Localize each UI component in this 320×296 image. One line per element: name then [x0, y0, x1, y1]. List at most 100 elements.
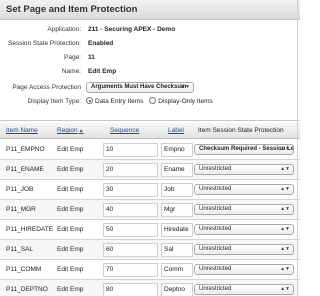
- label-value: Comm: [164, 266, 184, 273]
- display-item-type-radios: Data Entry Items Display-Only Items: [86, 97, 217, 105]
- region-cell: Edit Emp: [57, 166, 84, 173]
- page: Set Page and Item Protection Application…: [0, 0, 300, 296]
- protection-value: Unrestricted: [199, 226, 232, 232]
- radio-data-entry-label: Data Entry Items: [95, 98, 144, 105]
- sequence-value: 60: [106, 246, 114, 253]
- protection-value: Unrestricted: [199, 246, 232, 252]
- application-value: 211 - Securing APEX - Demo: [88, 26, 176, 33]
- region-header: Set Page and Item Protection: [0, 0, 300, 20]
- display-item-type-label: Display Item Type:: [27, 98, 81, 105]
- protection-value: Unrestricted: [199, 266, 232, 272]
- name-value: Edit Emp: [88, 68, 117, 75]
- item-name-cell: P11_COMM: [6, 266, 42, 273]
- table-row: P11_SAL Edit Emp 60 Sal Unrestricted ▲▼: [0, 240, 300, 260]
- sequence-value: 70: [106, 266, 114, 273]
- chevron-updown-icon: ▲▼: [280, 226, 290, 232]
- table-row: P11_MGR Edit Emp 40 Mgr Unrestricted ▲▼: [0, 200, 300, 220]
- region-cell: Edit Emp: [57, 226, 84, 233]
- item-name-cell: P11_DEPTNO: [6, 286, 48, 293]
- session-state-row: Session State Protection: Enabled: [0, 40, 300, 52]
- item-name-cell: P11_MGR: [6, 206, 36, 213]
- sequence-value: 50: [106, 226, 114, 233]
- protection-select[interactable]: Unrestricted ▲▼: [194, 244, 294, 255]
- chevron-updown-icon: ▲▼: [180, 84, 190, 90]
- region-cell: Edit Emp: [57, 286, 84, 293]
- page-row: Page: 11: [0, 54, 300, 66]
- col-region-label: Region: [57, 127, 78, 134]
- protection-value: Unrestricted: [199, 206, 232, 212]
- table-row: P11_COMM Edit Emp 70 Comm Unrestricted ▲▼: [0, 260, 300, 280]
- table-header: Item Name Region▲ Sequence Label Item Se…: [0, 123, 300, 139]
- table-row: P11_DEPTNO Edit Emp 80 Deptno Unrestricted ▲▼: [0, 280, 300, 296]
- chevron-updown-icon: ▲▼: [280, 146, 290, 152]
- chevron-updown-icon: ▲▼: [280, 186, 290, 192]
- name-label: Name:: [61, 68, 81, 75]
- table-row: P11_JOB Edit Emp 30 Job Unrestricted ▲▼: [0, 180, 300, 200]
- application-label: Application:: [47, 26, 81, 33]
- item-protection-table: Item Name Region▲ Sequence Label Item Se…: [0, 120, 300, 296]
- protection-value: Unrestricted: [199, 286, 232, 292]
- item-name-cell: P11_HIREDATE: [6, 226, 54, 233]
- col-item-name[interactable]: Item Name: [6, 127, 38, 134]
- page-access-label: Page Access Protection: [12, 84, 81, 91]
- chevron-updown-icon: ▲▼: [280, 246, 290, 252]
- label-value: Deptno: [164, 286, 185, 293]
- label-value: Mgr: [164, 206, 176, 213]
- table-row: P11_EMPNO Edit Emp 10 Empno Checksum Require…: [0, 140, 300, 160]
- protection-select[interactable]: Unrestricted ▲▼: [194, 264, 294, 275]
- sequence-value: 30: [106, 186, 114, 193]
- frame-edge: [297, 0, 298, 296]
- col-protection: Item Session State Protection: [198, 127, 284, 134]
- page-access-value: Arguments Must Have Checksum: [91, 84, 187, 90]
- col-sequence[interactable]: Sequence: [110, 127, 139, 134]
- table-row: P11_HIREDATE Edit Emp 50 Hiredate Unrestrict…: [0, 220, 300, 240]
- page-value: 11: [88, 54, 95, 61]
- region-cell: Edit Emp: [57, 146, 84, 153]
- label-value: Empno: [164, 146, 185, 153]
- sequence-value: 40: [106, 206, 114, 213]
- protection-select[interactable]: Unrestricted ▲▼: [194, 164, 294, 175]
- chevron-updown-icon: ▲▼: [280, 286, 290, 292]
- page-access-select[interactable]: Arguments Must Have Checksum ▲▼: [86, 82, 194, 93]
- label-value: Hiredate: [164, 226, 189, 233]
- region-cell: Edit Emp: [57, 246, 84, 253]
- chevron-updown-icon: ▲▼: [280, 166, 290, 172]
- protection-select[interactable]: Unrestricted ▲▼: [194, 204, 294, 215]
- protection-select[interactable]: Unrestricted ▲▼: [194, 224, 294, 235]
- item-name-cell: P11_EMPNO: [6, 146, 45, 153]
- application-row: Application: 211 - Securing APEX - Demo: [0, 26, 300, 38]
- region-title: Set Page and Item Protection: [6, 4, 138, 15]
- protection-select[interactable]: Checksum Required - Session Level ▲▼: [194, 144, 294, 155]
- region-cell: Edit Emp: [57, 186, 84, 193]
- label-value: Job: [164, 186, 175, 193]
- radio-data-entry-items[interactable]: [86, 97, 93, 104]
- sequence-value: 80: [106, 286, 114, 293]
- item-name-cell: P11_ENAME: [6, 166, 44, 173]
- table-row: P11_ENAME Edit Emp 20 Ename Unrestricted ▲▼: [0, 160, 300, 180]
- protection-select[interactable]: Unrestricted ▲▼: [194, 184, 294, 195]
- chevron-updown-icon: ▲▼: [280, 206, 290, 212]
- item-name-cell: P11_SAL: [6, 246, 33, 253]
- region-cell: Edit Emp: [57, 206, 84, 213]
- label-value: Ename: [164, 166, 185, 173]
- display-item-type-row: Display Item Type: Data Entry Items Disp…: [0, 97, 300, 110]
- region-cell: Edit Emp: [57, 266, 84, 273]
- sequence-value: 10: [106, 146, 114, 153]
- page-label: Page:: [64, 54, 81, 61]
- sequence-value: 20: [106, 166, 114, 173]
- session-state-value: Enabled: [88, 40, 114, 47]
- label-value: Sal: [164, 246, 174, 253]
- protection-value: Unrestricted: [199, 186, 232, 192]
- session-state-label: Session State Protection:: [8, 40, 81, 47]
- sort-up-icon: ▲: [78, 128, 84, 134]
- protection-value: Unrestricted: [199, 166, 232, 172]
- item-name-cell: P11_JOB: [6, 186, 34, 193]
- page-access-row: Page Access Protection Arguments Must Ha…: [0, 82, 300, 96]
- col-region[interactable]: Region▲: [57, 127, 84, 134]
- radio-display-only-label: Display-Only Items: [158, 98, 213, 105]
- chevron-updown-icon: ▲▼: [280, 266, 290, 272]
- protection-select[interactable]: Unrestricted ▲▼: [194, 284, 294, 295]
- col-label[interactable]: Label: [168, 127, 184, 134]
- radio-display-only-items[interactable]: [149, 97, 157, 104]
- name-row: Name: Edit Emp: [0, 68, 300, 80]
